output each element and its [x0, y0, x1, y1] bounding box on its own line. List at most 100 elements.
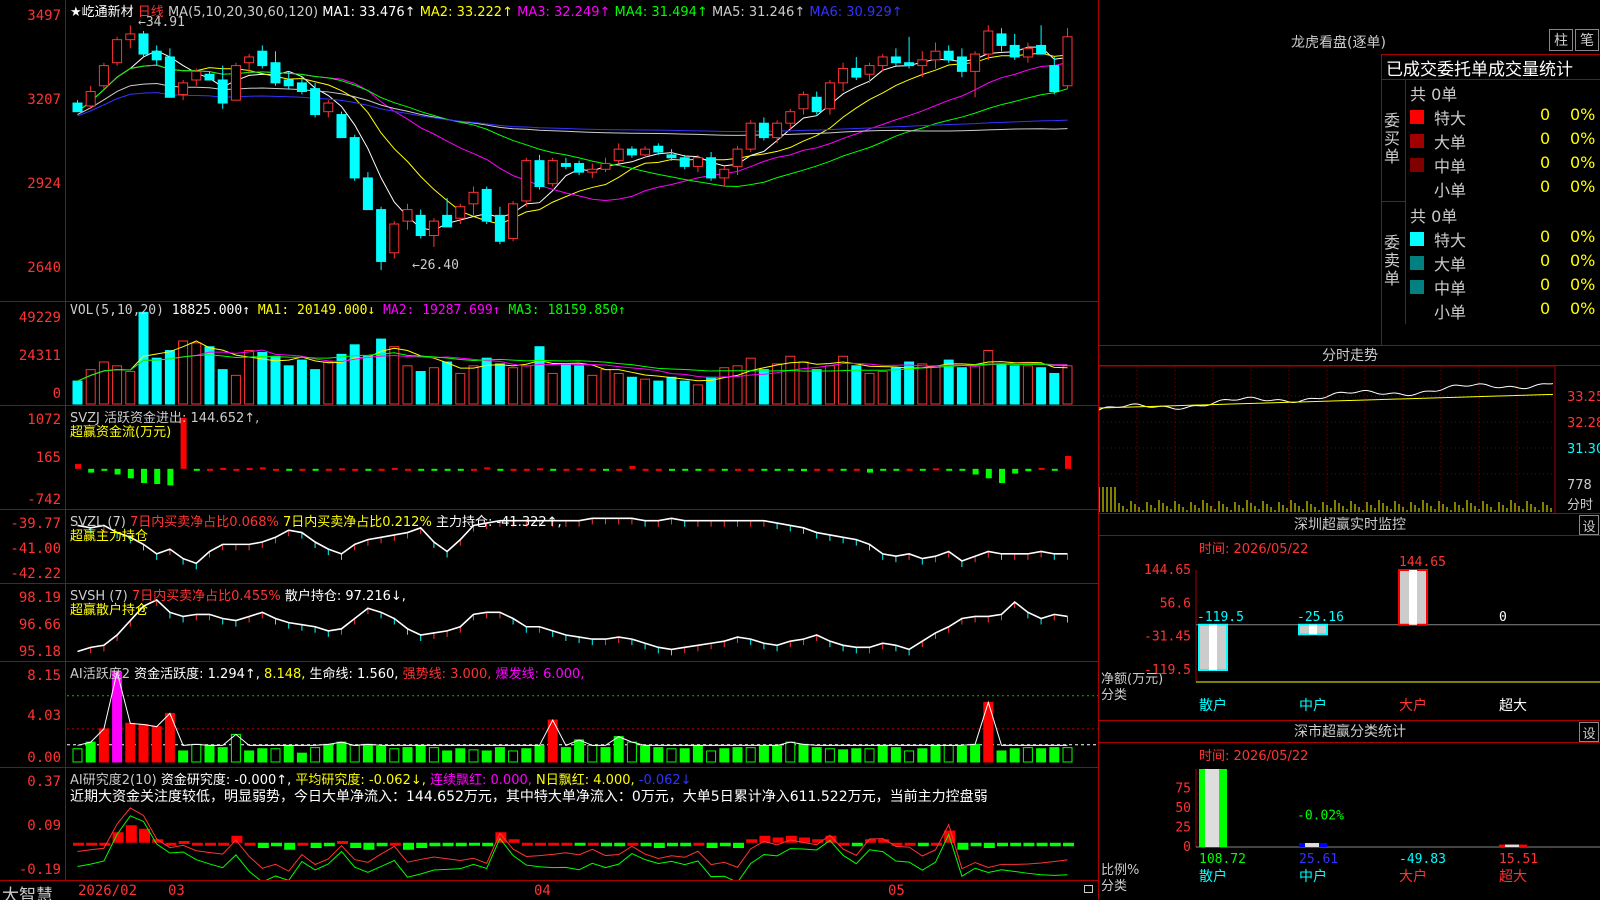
candle [1022, 47, 1033, 58]
activity-bar [1062, 747, 1073, 763]
volume-bar [574, 365, 585, 405]
flow-bar [827, 468, 834, 471]
activity-bar [943, 744, 954, 763]
research-bar [310, 842, 322, 848]
activity-bar [666, 748, 677, 763]
activity-bar [494, 747, 505, 763]
candle [838, 67, 849, 84]
intraday-frame [1099, 366, 1556, 514]
stats-settings-button[interactable]: 设 [1579, 722, 1599, 742]
activity-bar [772, 744, 783, 763]
candle [508, 203, 519, 239]
ma5-line [77, 46, 1068, 231]
activity-bar [930, 744, 941, 763]
order-v: 0 [1540, 299, 1551, 318]
candle [442, 214, 453, 228]
volume-bar [640, 378, 651, 405]
monitor-panel[interactable]: 深圳超赢实时监控 设 时间: 2026/05/22 144.65 56.6 -31.… [1098, 513, 1600, 720]
svsh-panel[interactable]: 98.19 96.66 95.18 SVSH (7) 7日内买卖净占比0.455… [0, 584, 1098, 662]
candle [917, 59, 928, 67]
research-bar [904, 842, 916, 846]
volume-bar [494, 363, 505, 405]
tick-mode-button[interactable]: 笔 [1575, 29, 1599, 51]
sell-total: 共 0单 [1410, 207, 1458, 226]
volume-bar [376, 338, 387, 405]
longhu-tabs[interactable]: 已成交委托单成交量统计 [1386, 55, 1573, 80]
stock-name[interactable]: ★屹通新材 [70, 5, 134, 20]
flow-bar [444, 468, 451, 471]
ai1-item1: 资金活跃度: 1.294↑, [134, 667, 260, 682]
research-bar [389, 842, 401, 846]
ai-activity-panel[interactable]: 8.15 4.03 0.00 AI活跃度2 资金活跃度: 1.294↑, 8.1… [0, 662, 1098, 768]
activity-bar [574, 739, 585, 763]
y-tick: 1072 [27, 412, 61, 428]
ma5-label: MA5: 31.246↑ [711, 5, 806, 20]
candle [349, 137, 360, 179]
activity-bar [217, 747, 228, 763]
flow-bar [616, 468, 623, 471]
monitor-value-label: 144.65 [1399, 555, 1446, 570]
activity-bar [244, 750, 255, 763]
activity-bar [811, 747, 822, 763]
flow-bar [999, 468, 1005, 484]
order-p: 0% [1570, 105, 1596, 124]
flow-bar [339, 468, 345, 471]
activity-bar [204, 744, 215, 763]
monitor-settings-button[interactable]: 设 [1579, 515, 1599, 535]
flow-bar [801, 468, 807, 472]
order-name: 特大 [1434, 231, 1467, 250]
research-bar [508, 839, 520, 843]
volume-panel[interactable]: 49229 24311 0 VOL(5,10,20) 18825.000↑ MA… [0, 302, 1098, 406]
activity-bar [970, 743, 981, 763]
ai-research-panel[interactable]: 0.37 0.09 -0.19 AI研究度2(10) 资金研究度: -0.000… [0, 768, 1098, 880]
activity-bar [785, 741, 796, 763]
flow-bar [919, 468, 926, 471]
candle [362, 177, 373, 211]
candle [494, 214, 505, 242]
research-bar [363, 842, 375, 850]
bar-mode-button[interactable]: 柱 [1549, 29, 1573, 51]
candle [257, 50, 268, 67]
y-tick: -39.77 [10, 516, 61, 532]
intraday-panel[interactable]: 分时走势 33.25 32.28 31.30 778 分时 [1098, 345, 1600, 514]
brand-label[interactable]: 大智慧 [2, 881, 53, 900]
activity-bar [257, 748, 268, 763]
stats-panel[interactable]: 深市超赢分类统计 设 时间: 2026/05/22 75 50 25 0 108.72 散… [1098, 720, 1600, 900]
flow-bar [352, 468, 359, 471]
flow-bar [391, 467, 398, 470]
activity-bar [534, 744, 545, 763]
stats-title: 深市超赢分类统计 [1099, 721, 1600, 743]
volume-bar [455, 372, 466, 405]
volume-bar [706, 376, 717, 405]
candle [481, 188, 492, 222]
candle [824, 82, 835, 110]
volume-bar [719, 367, 730, 405]
analysis-comment: 近期大资金关注度较低，明显弱势，今日大单净流入：144.652万元，其中特大单净… [70, 789, 988, 805]
volume-bar [72, 380, 83, 405]
lock-icon[interactable] [1084, 885, 1093, 893]
ai1-header: AI活跃度2 资金活跃度: 1.294↑, 8.148, 生命线: 1.560,… [70, 663, 584, 682]
flow-bar [497, 468, 504, 471]
volume-bar [613, 372, 624, 405]
candle [534, 160, 545, 188]
candle [547, 160, 558, 185]
flow-bar [669, 468, 675, 471]
x-label: 05 [888, 883, 905, 899]
research-bar [1036, 842, 1048, 847]
kline-y-axis: 3497 3207 2924 2640 [0, 0, 66, 301]
research-bar [297, 842, 309, 846]
kline-plot[interactable] [67, 0, 1098, 301]
volume-bar [217, 369, 228, 405]
stats-xlabel: 分类 [1101, 879, 1128, 894]
order-v: 0 [1540, 251, 1551, 270]
svzj-panel[interactable]: 1072 165 -742 SVZJ 活跃资金进出: 144.652↑, 超赢资… [0, 406, 1098, 510]
volume-bar [1022, 365, 1033, 405]
monitor-y-tick: 144.65 [1144, 563, 1191, 578]
order-name: 大单 [1434, 133, 1467, 152]
kline-panel[interactable]: 3497 3207 2924 2640 ★屹通新材 日线 MA(5,10,20,… [0, 0, 1098, 302]
flow-bar [814, 468, 821, 471]
volume-bar [244, 350, 255, 405]
svzl-panel[interactable]: -39.77 -41.00 -42.22 SVZL (7) 7日内买卖净占比0.… [0, 510, 1098, 584]
activity-bar [653, 747, 664, 763]
activity-bar [125, 722, 136, 763]
